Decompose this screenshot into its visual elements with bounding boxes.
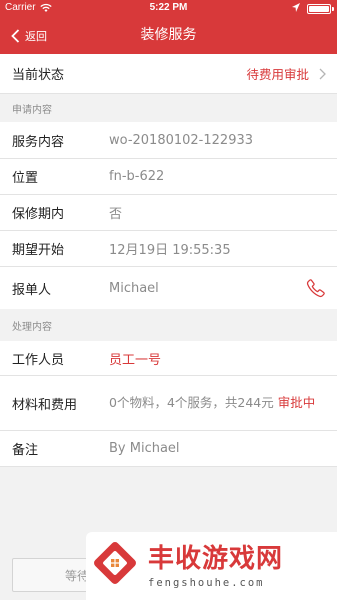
row-worker[interactable]: 工作人员 员工一号 (0, 341, 337, 376)
row-label: 备注 (12, 443, 39, 458)
materials-status: 审批中 (277, 395, 316, 410)
section-header-process: 处理内容 (12, 321, 52, 333)
row-label: 位置 (12, 171, 39, 186)
watermark-logo (94, 542, 136, 584)
current-status-value: 待费用审批 (246, 67, 309, 82)
row-label: 服务内容 (12, 134, 65, 150)
watermark-url: fengshouhe.com (148, 577, 265, 589)
row-value: Michael (109, 280, 159, 296)
watermark-name: 丰收游戏网 (148, 544, 284, 574)
materials-summary: 0个物料，4个服务，共244元 (109, 395, 278, 410)
row-value: 否 (109, 207, 123, 222)
row-value: By Michael (109, 441, 180, 456)
materials-value: 0个物料，4个服务，共244元 审批中 (109, 394, 329, 412)
clock: 5:22 PM (149, 2, 188, 13)
worker-link[interactable]: 员工一号 (109, 349, 161, 368)
row-label: 保修期内 (12, 207, 65, 222)
row-expected-start: 期望开始 12月19日 19:55:35 (0, 231, 337, 267)
current-status-row[interactable]: 当前状态 待费用审批 (0, 54, 337, 94)
row-reporter: 报单人 Michael (0, 267, 337, 309)
chevron-right-icon (319, 68, 326, 79)
navigation-bar: 返回 装修服务 (0, 17, 337, 54)
current-status-label: 当前状态 (12, 68, 65, 83)
row-warranty: 保修期内 否 (0, 195, 337, 231)
page-title: 装修服务 (140, 27, 197, 43)
battery-icon (307, 4, 334, 14)
row-label: 工作人员 (12, 352, 65, 368)
row-location: 位置 fn-b-622 (0, 159, 337, 195)
row-note: 备注 By Michael (0, 431, 337, 467)
row-materials: 材料和费用 0个物料，4个服务，共244元 审批中 (0, 376, 337, 431)
row-value: fn-b-622 (109, 169, 165, 184)
row-label: 材料和费用 (12, 397, 78, 413)
location-arrow-icon (292, 3, 300, 12)
phone-icon[interactable] (306, 278, 326, 298)
row-value: 12月19日 19:55:35 (109, 243, 231, 258)
row-value: wo-20180102-122933 (109, 132, 254, 148)
row-label: 期望开始 (12, 243, 65, 258)
row-service-content: 服务内容 wo-20180102-122933 (0, 122, 337, 159)
section-header-apply: 申请内容 (12, 104, 52, 116)
status-bar: Carrier 5:22 PM (0, 0, 337, 17)
row-label: 报单人 (12, 282, 52, 298)
